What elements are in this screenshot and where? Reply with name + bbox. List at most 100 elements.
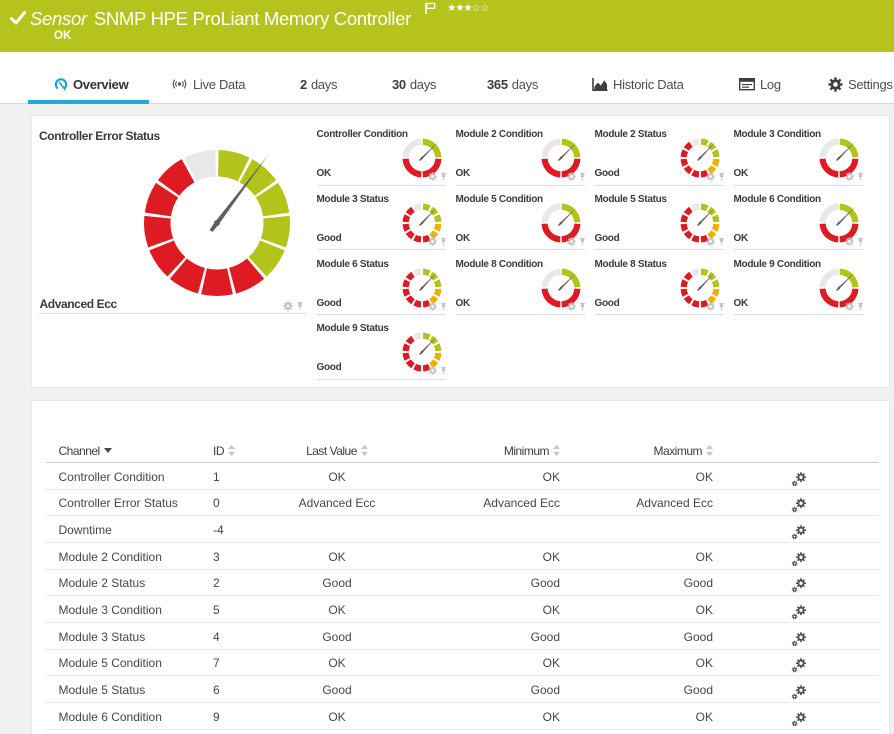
gauge-cell-divider	[456, 184, 585, 186]
gauge-pin-icon[interactable]	[717, 172, 726, 181]
gauge-settings-gear-icon[interactable]	[706, 236, 715, 246]
sort-icon[interactable]	[706, 445, 713, 456]
cell-last	[257, 516, 417, 543]
channel-row[interactable]: Downtime -4	[46, 516, 879, 543]
tab-overview[interactable]: Overview	[54, 66, 129, 102]
gauge-settings-gear-icon[interactable]	[428, 172, 437, 181]
tab-label: Overview	[73, 76, 129, 92]
gauge-title: Module 5 Status	[594, 193, 667, 205]
sort-icon[interactable]	[360, 445, 368, 456]
gauge-value: OK	[455, 168, 471, 179]
gauge-settings-gear-icon[interactable]	[567, 301, 576, 311]
column-header-channel[interactable]: Channel	[59, 439, 112, 462]
channel-row[interactable]: Module 5 Condition 7 OK OK OK	[46, 649, 879, 677]
gauge-settings-gear-icon[interactable]	[428, 366, 437, 376]
channel-settings-icon[interactable]	[791, 496, 807, 513]
cell-channel: Module 2 Condition	[58, 549, 162, 564]
channel-settings-icon[interactable]	[791, 576, 807, 593]
column-label: ID	[213, 443, 225, 458]
gauge-value: OK	[733, 297, 749, 309]
sort-desc-icon[interactable]	[103, 448, 112, 453]
tab-label: Live Data	[193, 76, 246, 92]
gauge-pin-icon[interactable]	[578, 302, 587, 311]
tab-30-days[interactable]: 30 days	[392, 66, 436, 102]
gauge-cell-divider	[317, 184, 446, 186]
cell-id: 3	[213, 549, 220, 564]
cell-max: OK	[695, 656, 713, 671]
tab-live-data[interactable]: Live Data	[171, 66, 246, 102]
gauge-settings-gear-icon[interactable]	[567, 236, 576, 246]
column-header-minimum[interactable]: Minimum	[452, 439, 560, 462]
channel-settings-icon[interactable]	[791, 656, 807, 673]
cell-last: OK	[328, 549, 346, 564]
gauge-value: Good	[316, 362, 342, 374]
gauge-pin-icon[interactable]	[578, 237, 587, 246]
gauge-cell-divider	[317, 314, 446, 316]
gauge-pin-icon[interactable]	[439, 237, 448, 246]
gauge-settings-gear-icon[interactable]	[845, 172, 854, 181]
channel-settings-icon[interactable]	[791, 470, 807, 486]
gauge-settings-gear-icon[interactable]	[428, 301, 437, 311]
gauge-pin-icon[interactable]	[856, 302, 865, 311]
tab-log[interactable]: Log	[739, 66, 781, 102]
gauge-settings-gear-icon[interactable]	[845, 301, 854, 311]
cell-max: OK	[695, 549, 713, 564]
broadcast-icon	[172, 79, 187, 89]
channel-row[interactable]: Module 3 Status 4 Good Good Good	[46, 623, 879, 650]
tab-2-days[interactable]: 2 days	[300, 66, 338, 102]
channel-row[interactable]: Controller Error Status 0 Advanced Ecc Adva…	[46, 489, 879, 517]
gauge-pin-icon[interactable]	[717, 237, 726, 246]
channel-row[interactable]: Module 2 Condition 3 OK OK OK	[46, 543, 879, 570]
column-header-maximum[interactable]: Maximum	[605, 439, 713, 462]
flag-icon[interactable]	[424, 2, 437, 15]
gauge-pin-icon[interactable]	[717, 302, 726, 311]
sort-icon[interactable]	[553, 445, 560, 456]
tab-label: Historic Data	[613, 76, 684, 92]
column-header-id[interactable]: ID	[213, 439, 235, 462]
gauge-pin-icon[interactable]	[439, 172, 448, 181]
gauge-settings-gear-icon[interactable]	[845, 236, 854, 246]
sensor-status-text: OK	[54, 30, 72, 42]
channel-row[interactable]: Module 6 Condition 9 OK OK OK	[46, 703, 879, 730]
channel-row[interactable]: Controller Condition 1 OK OK OK	[46, 463, 879, 490]
channel-settings-icon[interactable]	[791, 523, 807, 540]
priority-stars[interactable]: ★★★☆☆	[447, 2, 489, 14]
gauge-pin-icon[interactable]	[439, 366, 448, 375]
gauge-settings-gear-icon[interactable]	[428, 236, 437, 246]
primary-gauge-dial	[143, 150, 291, 297]
gauge-pin-icon[interactable]	[439, 302, 448, 311]
cell-channel: Controller Error Status	[58, 496, 178, 511]
gauge-settings-gear-icon[interactable]	[283, 301, 293, 311]
gauge-title: Module 2 Condition	[455, 129, 544, 140]
channel-settings-icon[interactable]	[791, 603, 807, 620]
tab-365-days[interactable]: 365 days	[487, 66, 538, 102]
cell-max: OK	[695, 709, 713, 724]
gauge-pin-icon[interactable]	[578, 172, 587, 181]
column-header-last_value[interactable]: Last Value	[257, 439, 417, 462]
channel-settings-icon[interactable]	[791, 710, 807, 727]
channel-settings-icon[interactable]	[791, 550, 807, 566]
gauge-pin-icon[interactable]	[295, 301, 305, 311]
channel-row[interactable]: Module 3 Condition 5 OK OK OK	[46, 596, 879, 623]
gear-icon	[828, 76, 843, 92]
gauge-settings-gear-icon[interactable]	[567, 172, 576, 181]
gauge-cell-divider	[39, 313, 306, 314]
gauge-cell-divider	[317, 378, 446, 380]
cell-id: -4	[213, 522, 224, 537]
tab-historic-data[interactable]: Historic Data	[592, 66, 684, 102]
channel-row[interactable]: Module 5 Status 6 Good Good Good	[46, 676, 879, 704]
gauge-settings-gear-icon[interactable]	[706, 172, 715, 181]
channel-settings-icon[interactable]	[791, 630, 807, 647]
gauge-settings-gear-icon[interactable]	[706, 301, 715, 311]
gauge-pin-icon[interactable]	[856, 172, 865, 181]
gauge-value: OK	[455, 232, 471, 244]
gauge-value: OK	[733, 232, 749, 244]
cell-min: Advanced Ecc	[483, 496, 560, 511]
gauge-title: Module 8 Condition	[455, 258, 544, 270]
tab-label: Settings	[848, 76, 893, 92]
sort-icon[interactable]	[228, 445, 235, 456]
gauge-pin-icon[interactable]	[856, 237, 865, 246]
channel-row[interactable]: Module 2 Status 2 Good Good Good	[46, 569, 879, 597]
tab-settings[interactable]: Settings	[828, 66, 893, 102]
channel-settings-icon[interactable]	[791, 683, 807, 700]
